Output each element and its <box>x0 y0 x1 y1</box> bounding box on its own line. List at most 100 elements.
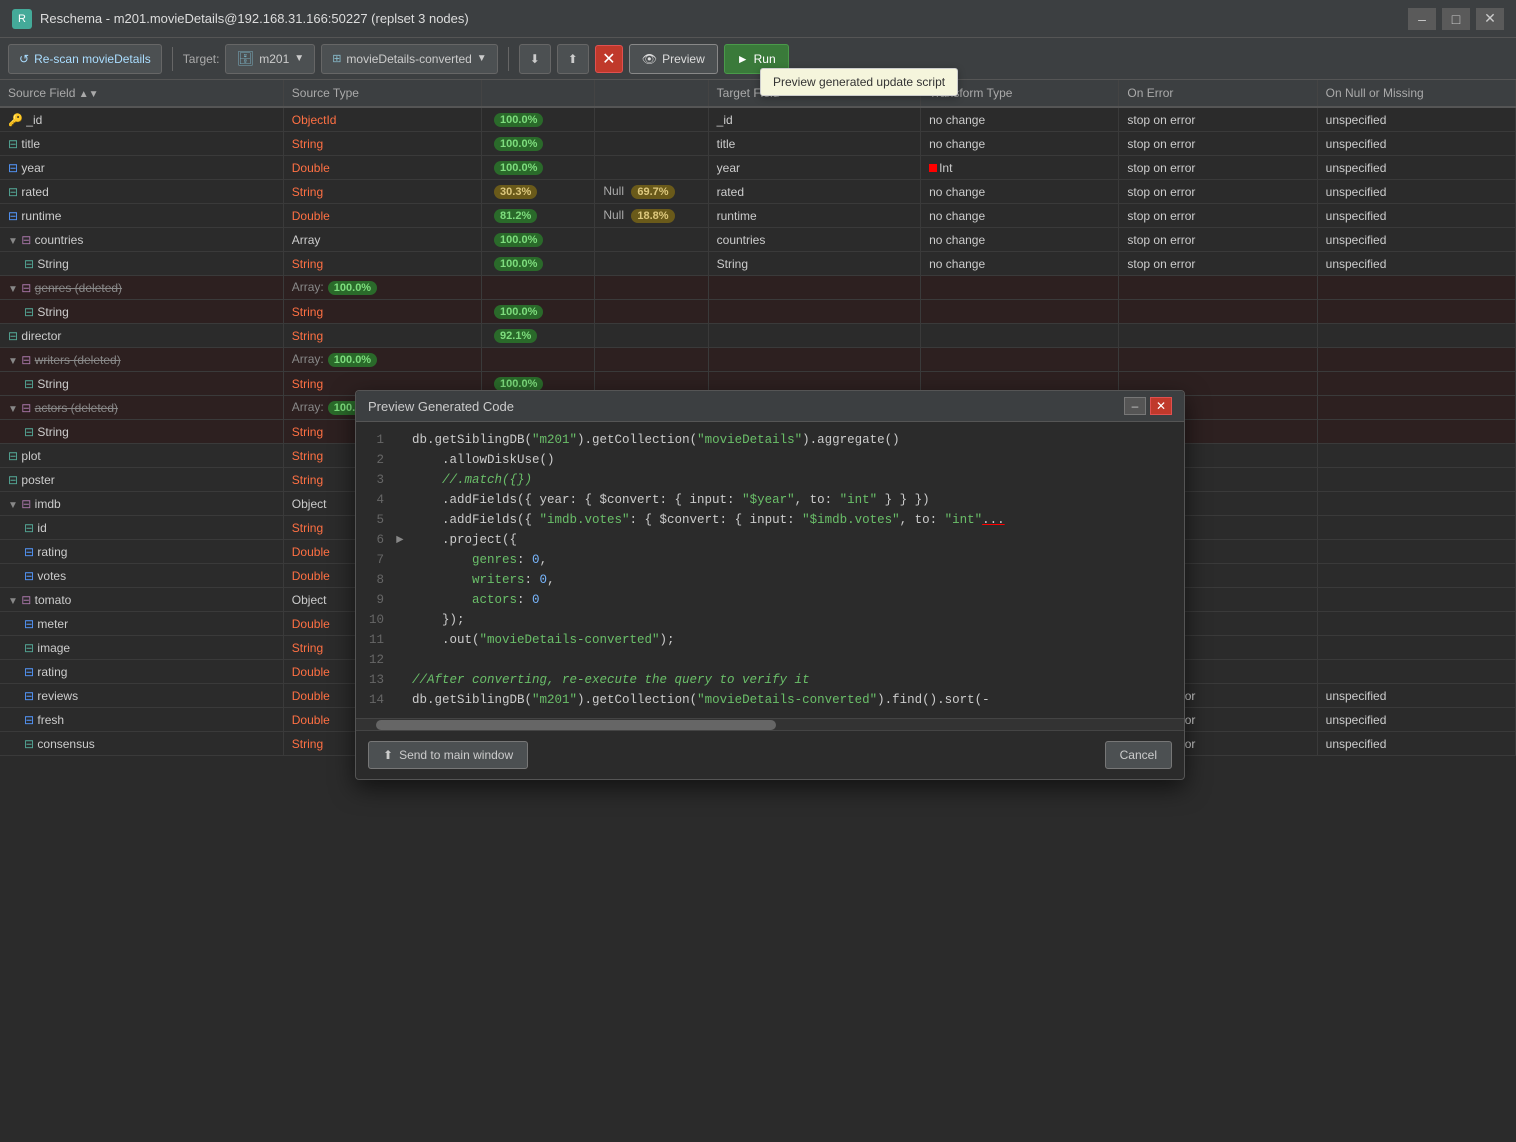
code-line-4: 4 .addFields({ year: { $convert: { input… <box>356 490 1184 510</box>
db-icon: 🗄 <box>236 50 254 67</box>
col-source-field[interactable]: Source Field ▲▼ <box>0 80 283 107</box>
arr-icon: ⊟ <box>21 281 31 295</box>
preview-footer: ⬆ Send to main window Cancel <box>356 730 1184 779</box>
table-row[interactable]: ⊟ director String 92.1% <box>0 324 1516 348</box>
table-row[interactable]: ▼ ⊟ writers (deleted) Array:100.0% <box>0 348 1516 372</box>
table-row[interactable]: ⊟ String String 100.0% String no change … <box>0 252 1516 276</box>
code-line-1: 1 db.getSiblingDB("m201").getCollection(… <box>356 430 1184 450</box>
caret-icon: ▼ <box>294 53 304 64</box>
window-controls: – □ ✕ <box>1408 8 1504 30</box>
preview-button[interactable]: 👁 Preview <box>629 44 718 74</box>
num-icon: ⊟ <box>24 713 34 727</box>
table-row[interactable]: 🔑 _id ObjectId 100.0% _id no change stop… <box>0 107 1516 132</box>
code-line-3: 3 //.match({}) <box>356 470 1184 490</box>
toolbar: ↺ Re-scan movieDetails Target: 🗄 m201 ▼ … <box>0 38 1516 80</box>
maximize-button[interactable]: □ <box>1442 8 1470 30</box>
preview-close-button[interactable]: ✕ <box>1150 397 1172 415</box>
col-pct1 <box>482 80 595 107</box>
obj-icon: ⊟ <box>21 593 31 607</box>
stop-button[interactable]: ✕ <box>595 45 623 73</box>
string-icon: ⊟ <box>24 641 34 655</box>
string-icon: ⊟ <box>24 377 34 391</box>
code-line-11: 11 .out("movieDetails-converted"); <box>356 630 1184 650</box>
rescan-button[interactable]: ↺ Re-scan movieDetails <box>8 44 162 74</box>
separator2 <box>508 47 509 71</box>
titlebar: R Reschema - m201.movieDetails@192.168.3… <box>0 0 1516 38</box>
code-line-2: 2 .allowDiskUse() <box>356 450 1184 470</box>
num-icon: ⊟ <box>8 161 18 175</box>
send-to-main-button[interactable]: ⬆ Send to main window <box>368 741 528 769</box>
num-icon: ⊟ <box>8 209 18 223</box>
string-icon: ⊟ <box>24 521 34 535</box>
expand-icon: ▼ <box>8 356 18 367</box>
string-icon: ⊟ <box>24 425 34 439</box>
code-line-10: 10 }); <box>356 610 1184 630</box>
arr-icon: ⊟ <box>21 401 31 415</box>
table-row[interactable]: ⊟ String String 100.0% <box>0 300 1516 324</box>
preview-header: Preview Generated Code – ✕ <box>356 391 1184 422</box>
send-icon: ⬆ <box>383 748 393 762</box>
string-icon: ⊟ <box>8 137 18 151</box>
string-icon: ⊟ <box>8 185 18 199</box>
arr-icon: ⊟ <box>21 353 31 367</box>
col-on-null[interactable]: On Null or Missing <box>1317 80 1515 107</box>
key-icon: 🔑 <box>8 113 23 127</box>
close-button[interactable]: ✕ <box>1476 8 1504 30</box>
arr-icon: ⊟ <box>21 233 31 247</box>
run-icon: ► <box>737 52 749 66</box>
preview-title: Preview Generated Code <box>368 399 514 414</box>
db-dropdown[interactable]: 🗄 m201 ▼ <box>225 44 315 74</box>
expand-icon: ▼ <box>8 500 18 511</box>
table-row[interactable]: ⊟ rated String 30.3% Null 69.7% rated no… <box>0 180 1516 204</box>
preview-minimize-button[interactable]: – <box>1124 397 1146 415</box>
col-source-type[interactable]: Source Type <box>283 80 481 107</box>
code-line-7: 7 genres: 0, <box>356 550 1184 570</box>
rescan-icon: ↺ <box>19 52 29 66</box>
table-row[interactable]: ▼ ⊟ genres (deleted) Array:100.0% <box>0 276 1516 300</box>
string-icon: ⊟ <box>24 305 34 319</box>
table-row[interactable]: ⊟ runtime Double 81.2% Null 18.8% runtim… <box>0 204 1516 228</box>
col-on-error[interactable]: On Error <box>1119 80 1317 107</box>
export-icon: ⬆ <box>568 52 578 66</box>
preview-header-buttons: – ✕ <box>1124 397 1172 415</box>
import-button[interactable]: ⬇ <box>519 44 551 74</box>
preview-scrollbar[interactable] <box>356 718 1184 730</box>
export-button[interactable]: ⬆ <box>557 44 589 74</box>
caret-icon2: ▼ <box>477 53 487 64</box>
table-row[interactable]: ⊟ year Double 100.0% year Int stop on er… <box>0 156 1516 180</box>
expand-icon: ▼ <box>8 284 18 295</box>
cancel-preview-button[interactable]: Cancel <box>1105 741 1172 769</box>
string-icon: ⊟ <box>8 449 18 463</box>
collection-dropdown[interactable]: ⊞ movieDetails-converted ▼ <box>321 44 498 74</box>
preview-icon: 👁 <box>642 52 657 66</box>
main-area: Source Field ▲▼ Source Type Target Field… <box>0 80 1516 1142</box>
string-icon: ⊟ <box>24 737 34 751</box>
preview-panel: Preview Generated Code – ✕ 1 db.getSibli… <box>355 390 1185 780</box>
string-icon: ⊟ <box>8 329 18 343</box>
tooltip: Preview generated update script <box>760 68 958 96</box>
stop-icon: ✕ <box>602 49 615 69</box>
num-icon: ⊟ <box>24 665 34 679</box>
code-line-6: 6 ► .project({ <box>356 530 1184 550</box>
col-pct2 <box>595 80 708 107</box>
string-icon: ⊟ <box>24 257 34 271</box>
string-icon: ⊟ <box>8 473 18 487</box>
num-icon: ⊟ <box>24 689 34 703</box>
code-line-14: 14 db.getSiblingDB("m201").getCollection… <box>356 690 1184 710</box>
app-icon: R <box>12 9 32 29</box>
code-line-8: 8 writers: 0, <box>356 570 1184 590</box>
scrollbar-thumb[interactable] <box>376 720 776 730</box>
import-icon: ⬇ <box>530 52 540 66</box>
num-icon: ⊟ <box>24 545 34 559</box>
table-row[interactable]: ▼ ⊟ countries Array 100.0% countries no … <box>0 228 1516 252</box>
num-icon: ⊟ <box>24 617 34 631</box>
minimize-button[interactable]: – <box>1408 8 1436 30</box>
code-area[interactable]: 1 db.getSiblingDB("m201").getCollection(… <box>356 422 1184 718</box>
code-line-13: 13 //After converting, re-execute the qu… <box>356 670 1184 690</box>
code-line-5: 5 .addFields({ "imdb.votes": { $convert:… <box>356 510 1184 530</box>
expand-icon: ▼ <box>8 236 18 247</box>
expand-icon: ▼ <box>8 404 18 415</box>
code-line-9: 9 actors: 0 <box>356 590 1184 610</box>
table-row[interactable]: ⊟ title String 100.0% title no change st… <box>0 132 1516 156</box>
table-area: Source Field ▲▼ Source Type Target Field… <box>0 80 1516 1142</box>
